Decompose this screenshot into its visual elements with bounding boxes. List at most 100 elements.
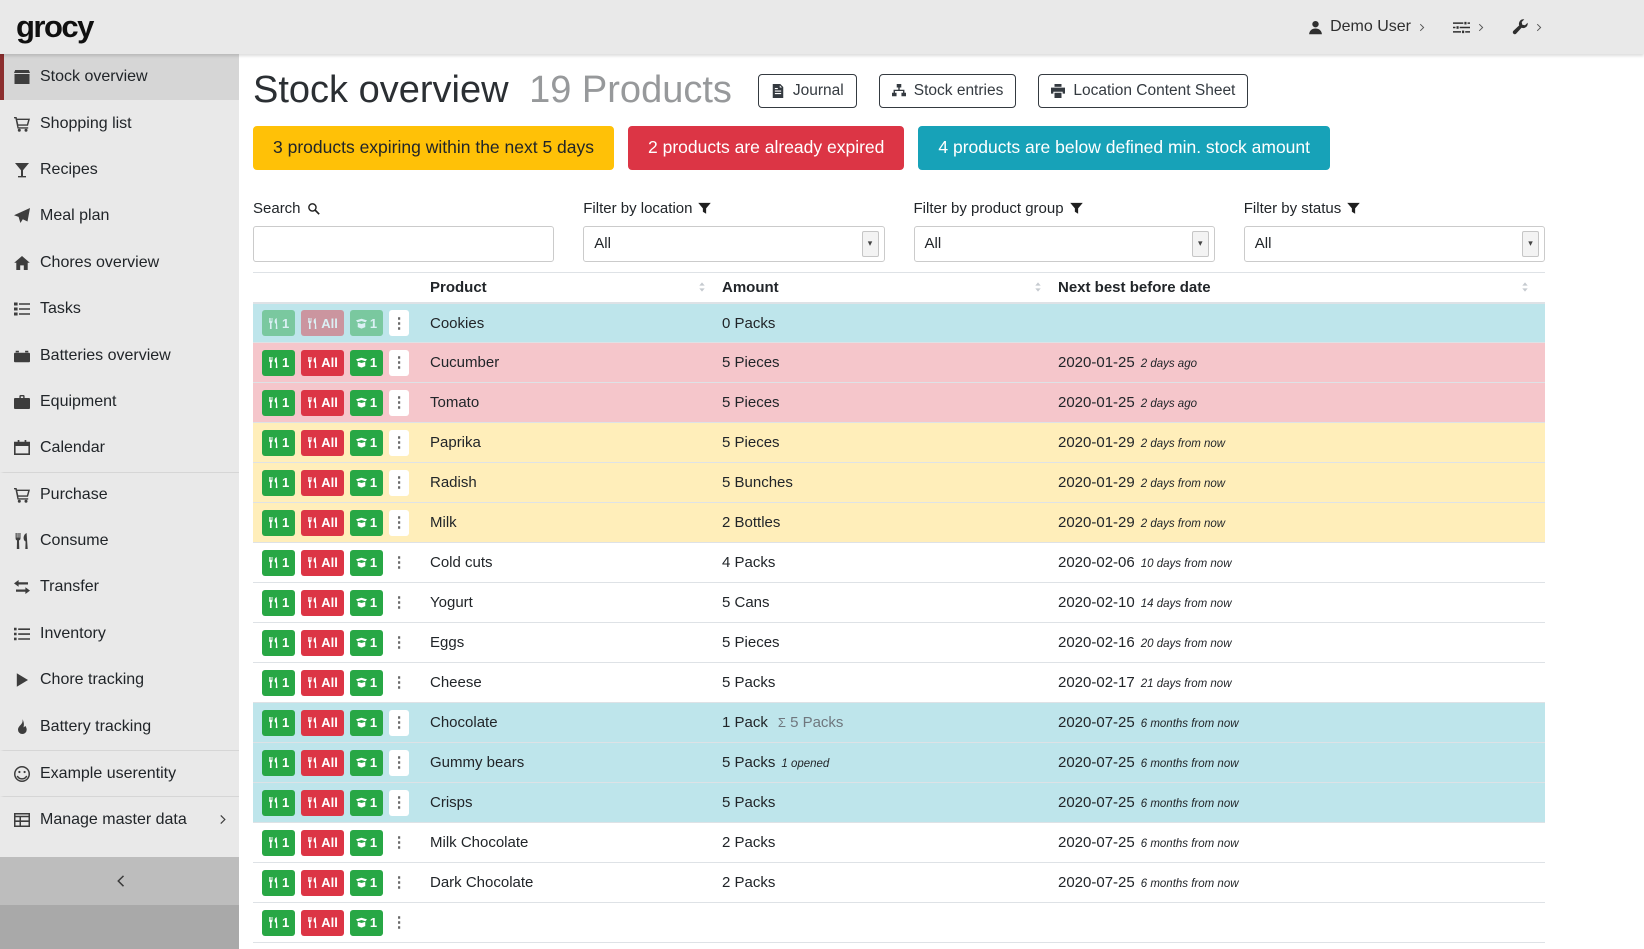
open-one-button[interactable]: 1 xyxy=(350,750,383,776)
consume-all-button[interactable]: All xyxy=(301,430,344,456)
consume-one-button[interactable]: 1 xyxy=(262,550,295,576)
open-one-button[interactable]: 1 xyxy=(350,790,383,816)
consume-all-button[interactable]: All xyxy=(301,390,344,416)
consume-one-button[interactable]: 1 xyxy=(262,590,295,616)
journal-button[interactable]: Journal xyxy=(758,74,857,108)
sidebar-item-recipes[interactable]: Recipes xyxy=(0,147,239,193)
consume-one-button[interactable]: 1 xyxy=(262,870,295,896)
consume-one-button[interactable]: 1 xyxy=(262,390,295,416)
consume-one-button[interactable]: 1 xyxy=(262,510,295,536)
product-group-select[interactable]: All ▾ xyxy=(914,226,1215,262)
row-menu-button[interactable]: ⋮ xyxy=(389,630,409,656)
stock-entries-button[interactable]: Stock entries xyxy=(879,74,1017,108)
sidebar-item-stock-overview[interactable]: Stock overview xyxy=(0,54,239,100)
sidebar-item-example-userentity[interactable]: Example userentity xyxy=(0,750,239,796)
row-menu-button[interactable]: ⋮ xyxy=(389,910,409,936)
row-menu-button[interactable]: ⋮ xyxy=(389,310,409,336)
open-one-button[interactable]: 1 xyxy=(350,350,383,376)
row-menu-button[interactable]: ⋮ xyxy=(389,670,409,696)
consume-all-button[interactable]: All xyxy=(301,910,344,936)
consume-one-button[interactable]: 1 xyxy=(262,350,295,376)
best-before-column-header[interactable]: Next best before date xyxy=(1058,272,1545,303)
sidebar-item-manage-master-data[interactable]: Manage master data xyxy=(0,796,239,842)
settings-menu[interactable] xyxy=(1453,19,1486,36)
row-menu-button[interactable]: ⋮ xyxy=(389,390,409,416)
sidebar-item-batteries-overview[interactable]: Batteries overview xyxy=(0,332,239,378)
consume-one-button[interactable]: 1 xyxy=(262,830,295,856)
consume-one-button[interactable]: 1 xyxy=(262,790,295,816)
consume-all-button[interactable]: All xyxy=(301,630,344,656)
consume-all-button[interactable]: All xyxy=(301,830,344,856)
consume-one-button[interactable]: 1 xyxy=(262,750,295,776)
open-one-button[interactable]: 1 xyxy=(350,910,383,936)
location-content-sheet-button[interactable]: Location Content Sheet xyxy=(1038,74,1248,108)
location-select[interactable]: All ▾ xyxy=(583,226,884,262)
row-menu-button[interactable]: ⋮ xyxy=(389,510,409,536)
open-one-button[interactable]: 1 xyxy=(350,670,383,696)
row-menu-button[interactable]: ⋮ xyxy=(389,790,409,816)
consume-one-button[interactable]: 1 xyxy=(262,470,295,496)
consume-all-button[interactable]: All xyxy=(301,710,344,736)
row-menu-button[interactable]: ⋮ xyxy=(389,350,409,376)
open-one-button[interactable]: 1 xyxy=(350,590,383,616)
below-min-stock-badge[interactable]: 4 products are below defined min. stock … xyxy=(918,126,1330,170)
row-menu-button[interactable]: ⋮ xyxy=(389,830,409,856)
consume-one-button[interactable]: 1 xyxy=(262,630,295,656)
consume-all-button[interactable]: All xyxy=(301,790,344,816)
row-menu-button[interactable]: ⋮ xyxy=(389,550,409,576)
consume-all-button[interactable]: All xyxy=(301,750,344,776)
product-column-header[interactable]: Product xyxy=(430,272,722,303)
sort-icon[interactable] xyxy=(1032,281,1044,293)
open-one-button[interactable]: 1 xyxy=(350,470,383,496)
grocy-logo[interactable]: grocy xyxy=(16,9,93,45)
consume-all-button[interactable]: All xyxy=(301,670,344,696)
amount-column-header[interactable]: Amount xyxy=(722,272,1058,303)
open-one-button[interactable]: 1 xyxy=(350,550,383,576)
open-one-button[interactable]: 1 xyxy=(350,430,383,456)
consume-one-button[interactable]: 1 xyxy=(262,670,295,696)
consume-all-button[interactable]: All xyxy=(301,870,344,896)
open-one-button[interactable]: 1 xyxy=(350,510,383,536)
sort-icon[interactable] xyxy=(1519,281,1531,293)
consume-all-button[interactable]: All xyxy=(301,510,344,536)
sidebar-item-shopping-list[interactable]: Shopping list xyxy=(0,100,239,146)
sidebar-item-transfer[interactable]: Transfer xyxy=(0,564,239,610)
sidebar-item-purchase[interactable]: Purchase xyxy=(0,472,239,518)
row-menu-button[interactable]: ⋮ xyxy=(389,430,409,456)
row-menu-button[interactable]: ⋮ xyxy=(389,870,409,896)
consume-all-button[interactable]: All xyxy=(301,550,344,576)
sidebar-collapse-button[interactable] xyxy=(0,857,239,905)
sidebar-item-equipment[interactable]: Equipment xyxy=(0,379,239,425)
user-menu[interactable]: Demo User xyxy=(1308,18,1427,36)
row-menu-button[interactable]: ⋮ xyxy=(389,750,409,776)
sidebar-item-battery-tracking[interactable]: Battery tracking xyxy=(0,703,239,749)
consume-all-button[interactable]: All xyxy=(301,590,344,616)
sidebar-item-calendar[interactable]: Calendar xyxy=(0,425,239,471)
open-one-button[interactable]: 1 xyxy=(350,310,383,336)
expiring-products-badge[interactable]: 3 products expiring within the next 5 da… xyxy=(253,126,614,170)
open-one-button[interactable]: 1 xyxy=(350,870,383,896)
expired-products-badge[interactable]: 2 products are already expired xyxy=(628,126,904,170)
consume-all-button[interactable]: All xyxy=(301,350,344,376)
sort-icon[interactable] xyxy=(696,281,708,293)
open-one-button[interactable]: 1 xyxy=(350,710,383,736)
sidebar-item-meal-plan[interactable]: Meal plan xyxy=(0,193,239,239)
consume-all-button[interactable]: All xyxy=(301,470,344,496)
sidebar-item-tasks[interactable]: Tasks xyxy=(0,286,239,332)
consume-one-button[interactable]: 1 xyxy=(262,710,295,736)
sidebar-item-chore-tracking[interactable]: Chore tracking xyxy=(0,657,239,703)
sidebar-item-inventory[interactable]: Inventory xyxy=(0,611,239,657)
consume-one-button[interactable]: 1 xyxy=(262,430,295,456)
row-menu-button[interactable]: ⋮ xyxy=(389,590,409,616)
open-one-button[interactable]: 1 xyxy=(350,630,383,656)
open-one-button[interactable]: 1 xyxy=(350,830,383,856)
search-input[interactable] xyxy=(253,226,554,262)
sidebar-item-chores-overview[interactable]: Chores overview xyxy=(0,240,239,286)
consume-one-button[interactable]: 1 xyxy=(262,310,295,336)
admin-menu[interactable] xyxy=(1512,19,1544,35)
status-select[interactable]: All ▾ xyxy=(1244,226,1545,262)
consume-all-button[interactable]: All xyxy=(301,310,344,336)
row-menu-button[interactable]: ⋮ xyxy=(389,470,409,496)
sidebar-item-consume[interactable]: Consume xyxy=(0,518,239,564)
row-menu-button[interactable]: ⋮ xyxy=(389,710,409,736)
